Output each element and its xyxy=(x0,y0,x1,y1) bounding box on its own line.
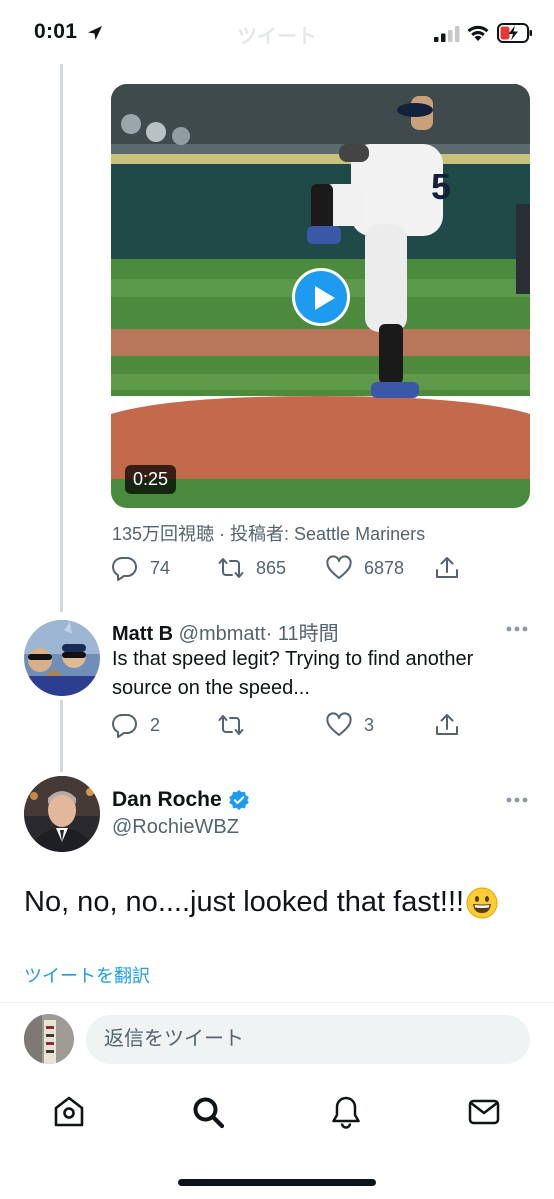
reply-text: Is that speed legit? Trying to find anot… xyxy=(112,648,474,699)
notifications-icon[interactable] xyxy=(328,1094,364,1130)
reply-action[interactable]: 74 xyxy=(112,554,170,582)
jersey-number: 5 xyxy=(431,166,451,207)
retweet-count: 865 xyxy=(256,557,287,578)
share-icon xyxy=(436,714,458,735)
like-action[interactable]: 6878 xyxy=(326,554,404,582)
signal-icon xyxy=(434,26,460,42)
like-icon xyxy=(326,712,352,736)
like-count: 6878 xyxy=(364,557,405,578)
retweet-icon xyxy=(218,558,244,578)
more-icon[interactable] xyxy=(505,625,529,633)
more-icon[interactable] xyxy=(505,796,529,804)
main-tweet-body: No, no, no....just looked that fast!!! xyxy=(24,886,465,918)
play-button[interactable] xyxy=(292,268,350,326)
reply-composer-input[interactable]: 返信をツイート xyxy=(86,1015,530,1064)
avatar-matt-b[interactable] xyxy=(24,620,100,696)
reply-count: 2 xyxy=(150,714,161,735)
reply-count: 74 xyxy=(150,557,171,578)
reply-icon xyxy=(112,713,137,738)
composer-divider xyxy=(0,1002,554,1003)
avatar-photo xyxy=(24,776,100,852)
main-author-name[interactable]: Dan Roche xyxy=(112,788,222,812)
search-icon[interactable] xyxy=(190,1094,226,1130)
grinning-emoji-icon xyxy=(466,887,498,918)
share-icon xyxy=(436,557,458,578)
share-action[interactable] xyxy=(434,554,472,582)
wifi-icon xyxy=(467,25,489,41)
share-action[interactable] xyxy=(434,711,472,739)
battery-charging-icon xyxy=(497,23,532,43)
reply-tweet-actions: 2 3 xyxy=(112,711,462,739)
avatar-dan-roche[interactable] xyxy=(24,776,100,852)
translate-tweet-link[interactable]: ツイートを翻訳 xyxy=(24,962,150,988)
retweet-action[interactable]: 865 xyxy=(218,554,286,582)
video-view-meta: 135万回視聴 · 投稿者: Seattle Mariners xyxy=(112,524,426,544)
avatar-photo xyxy=(24,1014,74,1064)
status-bar: ツイート 0:01 xyxy=(0,0,554,64)
video-player[interactable]: 5 0:25 xyxy=(111,84,530,508)
like-count: 3 xyxy=(364,714,375,735)
avatar-photo xyxy=(24,620,100,696)
main-tweet-text: No, no, no....just looked that fast!!! xyxy=(24,886,498,919)
retweet-action[interactable] xyxy=(218,711,256,739)
like-icon xyxy=(326,555,352,579)
reply-header: Matt B @mbmatt· 11時間 xyxy=(112,617,339,646)
like-action[interactable]: 3 xyxy=(326,711,374,739)
reply-icon xyxy=(112,556,137,581)
tweet-detail-screen: ツイート 0:01 5 0:25 135万回視聴 · 投稿者: Seattle … xyxy=(0,0,554,1199)
home-icon[interactable] xyxy=(51,1094,87,1130)
play-icon xyxy=(315,286,335,310)
thread-line-middle xyxy=(60,700,63,772)
verified-badge-icon xyxy=(228,790,249,810)
messages-icon[interactable] xyxy=(466,1094,502,1130)
reply-time: · 11時間 xyxy=(265,623,339,645)
status-time: 0:01 xyxy=(34,20,78,43)
reply-author-name[interactable]: Matt B xyxy=(112,623,173,645)
video-duration: 0:25 xyxy=(125,465,177,494)
location-arrow-icon xyxy=(88,26,102,40)
home-indicator xyxy=(178,1179,376,1186)
main-author-name-row: Dan Roche xyxy=(112,788,250,812)
main-author-handle[interactable]: @RochieWBZ xyxy=(112,816,239,839)
reply-action[interactable]: 2 xyxy=(112,711,160,739)
video-tweet-actions: 74 865 6878 xyxy=(112,554,462,582)
retweet-icon xyxy=(218,715,244,735)
my-avatar[interactable] xyxy=(24,1014,74,1064)
thread-line-top xyxy=(60,64,63,612)
reply-author-handle[interactable]: @mbmatt xyxy=(179,623,266,645)
